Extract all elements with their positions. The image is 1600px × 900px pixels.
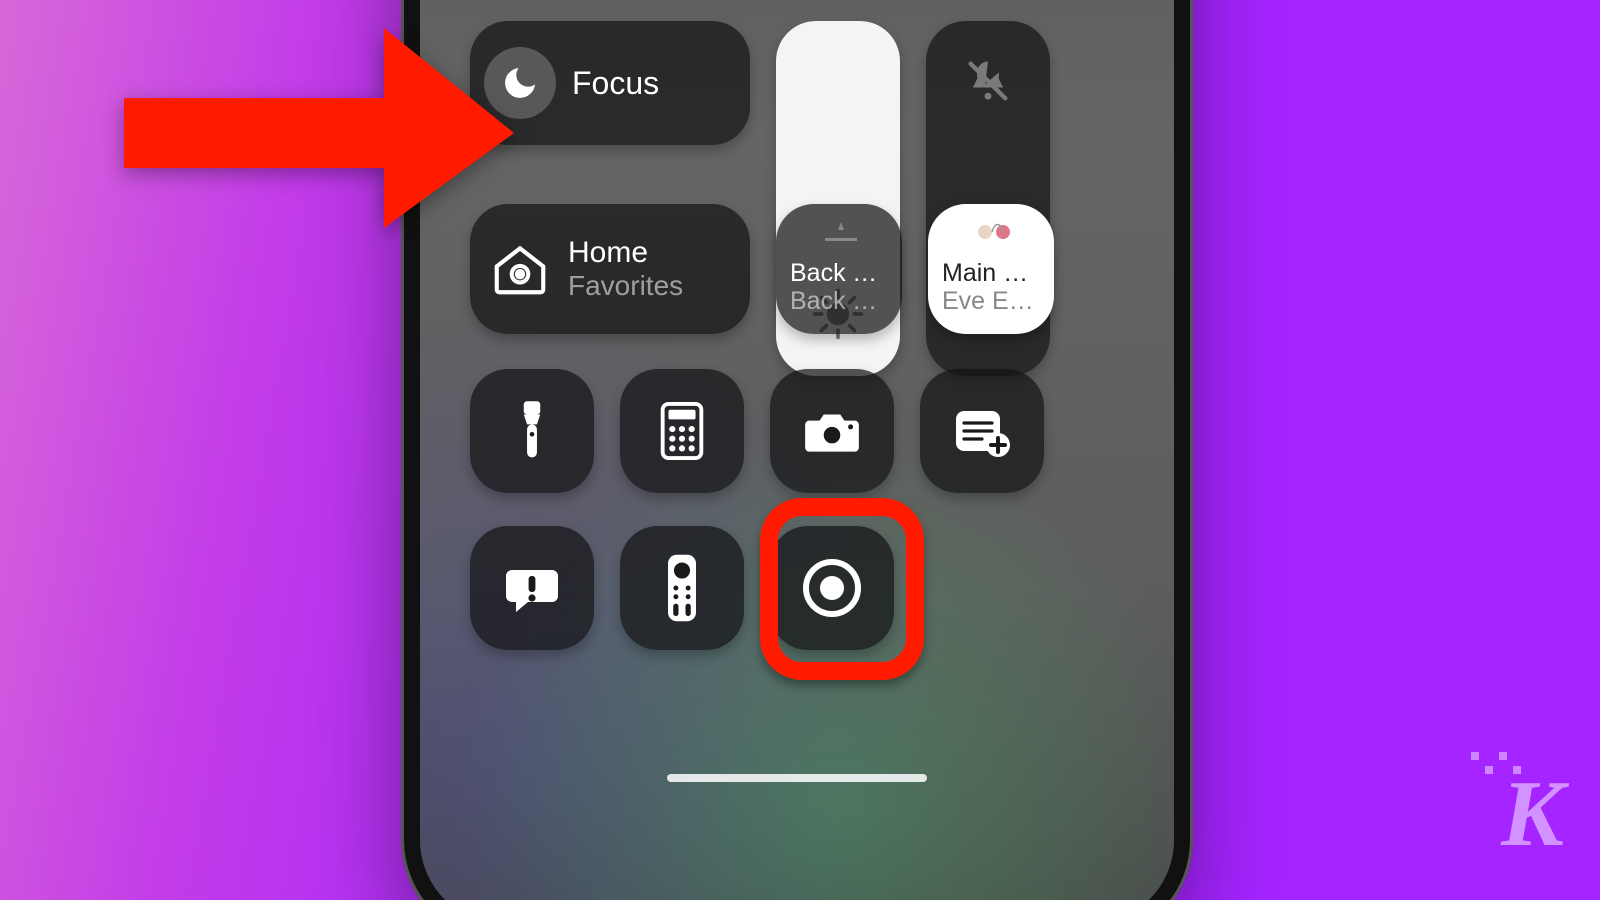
phone-frame: Focus [404,0,1190,900]
device-a-line2: Back T… [790,288,892,316]
watermark-letter: K [1501,762,1560,866]
camera-icon [801,406,863,456]
device-a-thumb [823,218,859,248]
quick-note-icon [952,405,1012,457]
bell-slash-icon [926,55,1050,107]
home-device-b[interactable]: Main B… Eve En… [928,204,1054,334]
control-center: Focus [420,0,1174,900]
home-favorites-button[interactable]: Home Favorites [470,204,750,334]
home-title: Home [568,236,683,270]
screen-record-button[interactable] [770,526,894,650]
flashlight-icon [511,398,553,464]
device-a-line1: Back Y… [790,260,892,288]
tv-remote-icon [665,553,699,623]
device-b-thumb [975,218,1011,248]
home-device-a[interactable]: Back Y… Back T… [776,204,902,334]
home-icon [484,233,556,305]
screen-record-icon [800,556,864,620]
quick-note-button[interactable] [920,369,1044,493]
home-indicator[interactable] [667,774,927,782]
moon-icon [484,47,556,119]
announce-icon [504,563,560,613]
watermark: K [1501,760,1560,868]
home-subtitle: Favorites [568,270,683,302]
apple-tv-remote-button[interactable] [620,526,744,650]
flashlight-button[interactable] [470,369,594,493]
focus-toggle[interactable]: Focus [470,21,750,145]
home-labels: Home Favorites [568,236,683,302]
camera-button[interactable] [770,369,894,493]
focus-label: Focus [572,65,659,102]
device-b-line2: Eve En… [942,288,1044,316]
calculator-icon [658,402,706,460]
announce-messages-button[interactable] [470,526,594,650]
calculator-button[interactable] [620,369,744,493]
device-b-line1: Main B… [942,260,1044,288]
watermark-dots [1471,752,1535,774]
